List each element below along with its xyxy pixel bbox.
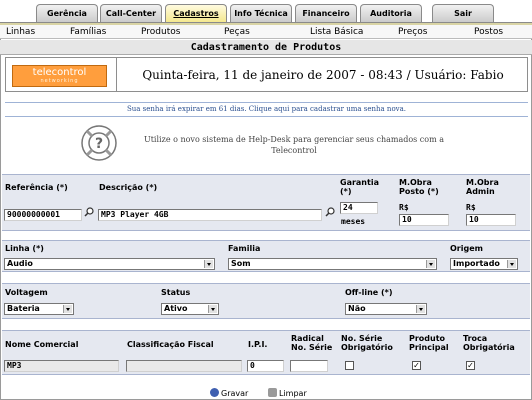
familia-dropdown-arrow-icon[interactable]	[426, 260, 435, 268]
offline-label: Off-line (*)	[345, 288, 393, 297]
limpar-label: Limpar	[279, 389, 307, 398]
origem-dropdown-arrow-icon[interactable]	[507, 260, 516, 268]
mobra-admin-currency: R$	[466, 203, 476, 212]
header-divider	[116, 58, 117, 91]
linha-dropdown-arrow-icon[interactable]	[204, 260, 213, 268]
submenu-produtos[interactable]: Produtos	[141, 26, 180, 38]
referencia-search-icon[interactable]	[84, 207, 94, 217]
voltagem-label: Voltagem	[5, 288, 48, 297]
nome-comercial-input[interactable]: MP3	[4, 360, 119, 372]
troca-obrigatoria-checkbox[interactable]: ✓	[466, 361, 475, 370]
form-row-1	[2, 174, 530, 231]
mobra-posto-input[interactable]: 10	[399, 214, 449, 226]
ipi-label: I.P.I.	[248, 340, 268, 349]
main-tab-bar: Gerência Call-Center Cadastros Info Técn…	[0, 0, 532, 25]
garantia-label: Garantia (*)	[340, 178, 379, 196]
password-expire-notice[interactable]: Sua senha irá expirar em 61 dias. Clique…	[5, 102, 528, 117]
tab-gerencia[interactable]: Gerência	[36, 4, 98, 23]
mobra-admin-input[interactable]: 10	[466, 214, 516, 226]
submenu-bar: Linhas Famílias Produtos Peças Lista Bás…	[0, 25, 532, 39]
clear-icon	[268, 388, 277, 397]
produto-principal-checkbox[interactable]: ✓	[412, 361, 421, 370]
submenu-postos[interactable]: Postos	[474, 26, 503, 38]
submenu-pecas[interactable]: Peças	[224, 26, 250, 38]
produto-principal-label: Produto Principal	[409, 334, 449, 352]
tab-call-center[interactable]: Call-Center	[100, 4, 162, 23]
help-desk-lifebuoy-icon[interactable]: ?	[80, 124, 118, 162]
origem-select[interactable]: Importado	[450, 258, 518, 270]
origem-selected-value: Importado	[453, 259, 500, 268]
serie-obrigatorio-checkbox[interactable]	[345, 361, 354, 370]
descricao-label: Descrição (*)	[99, 183, 158, 192]
date-user-info: Quinta-feira, 11 de janeiro de 2007 - 08…	[142, 68, 504, 82]
tab-info-tecnica[interactable]: Info Técnica	[230, 4, 292, 23]
origem-label: Origem	[450, 244, 483, 253]
tab-financeiro[interactable]: Financeiro	[295, 4, 357, 23]
classificacao-fiscal-label: Classificação Fiscal	[127, 340, 214, 349]
offline-selected-value: Não	[348, 304, 366, 313]
status-select[interactable]: Ativo	[161, 303, 219, 315]
submenu-precos[interactable]: Preços	[398, 26, 427, 38]
limpar-button[interactable]: Limpar	[268, 388, 307, 399]
ipi-input[interactable]: 0	[247, 360, 284, 372]
page-title: Cadastramento de Produtos	[0, 40, 532, 55]
gravar-button[interactable]: Gravar	[210, 388, 248, 399]
linha-select[interactable]: Audio	[4, 258, 215, 270]
mobra-posto-label: M.Obra Posto (*)	[399, 178, 439, 196]
garantia-input[interactable]: 24	[340, 202, 378, 214]
form-row-3	[2, 283, 530, 319]
familia-select[interactable]: Som	[228, 258, 437, 270]
linha-label: Linha (*)	[5, 244, 44, 253]
submenu-linhas[interactable]: Linhas	[6, 26, 35, 38]
status-dropdown-arrow-icon[interactable]	[208, 305, 217, 313]
tab-auditoria[interactable]: Auditoria	[360, 4, 422, 23]
help-desk-text[interactable]: Utilize o novo sistema de Help-Desk para…	[134, 134, 454, 156]
voltagem-selected-value: Bateria	[7, 304, 40, 313]
classificacao-fiscal-input[interactable]	[126, 360, 242, 372]
save-icon	[210, 388, 219, 397]
garantia-unit: meses	[341, 217, 366, 226]
offline-dropdown-arrow-icon[interactable]	[416, 305, 425, 313]
serie-obrigatorio-label: No. Série Obrigatório	[341, 334, 393, 352]
linha-selected-value: Audio	[7, 259, 33, 268]
familia-label: Familia	[228, 244, 261, 253]
submenu-familias[interactable]: Famílias	[70, 26, 106, 38]
voltagem-select[interactable]: Bateria	[4, 303, 74, 315]
mobra-admin-label: M.Obra Admin	[466, 178, 499, 196]
mobra-posto-currency: R$	[399, 203, 409, 212]
radical-serie-label: Radical No. Série	[291, 334, 333, 352]
status-selected-value: Ativo	[164, 304, 188, 313]
radical-serie-input[interactable]	[290, 360, 328, 372]
nome-comercial-label: Nome Comercial	[5, 340, 79, 349]
familia-selected-value: Som	[231, 259, 251, 268]
offline-select[interactable]: Não	[345, 303, 427, 315]
header-box: telecontrol networking Quinta-feira, 11 …	[5, 57, 528, 92]
descricao-search-icon[interactable]	[325, 207, 335, 217]
tab-sair[interactable]: Sair	[432, 4, 494, 23]
svg-text:?: ?	[95, 136, 103, 152]
voltagem-dropdown-arrow-icon[interactable]	[63, 305, 72, 313]
tab-cadastros[interactable]: Cadastros	[165, 4, 227, 23]
logo-sub-text: networking	[40, 78, 79, 84]
gravar-label: Gravar	[221, 389, 249, 398]
troca-obrigatoria-label: Troca Obrigatória	[463, 334, 515, 352]
descricao-input[interactable]: MP3 Player 4GB	[98, 209, 322, 221]
submenu-lista-basica[interactable]: Lista Básica	[310, 26, 363, 38]
status-label: Status	[161, 288, 191, 297]
referencia-label: Referência (*)	[5, 183, 68, 192]
referencia-input[interactable]: 90000000001	[4, 209, 82, 221]
telecontrol-logo: telecontrol networking	[12, 65, 107, 87]
